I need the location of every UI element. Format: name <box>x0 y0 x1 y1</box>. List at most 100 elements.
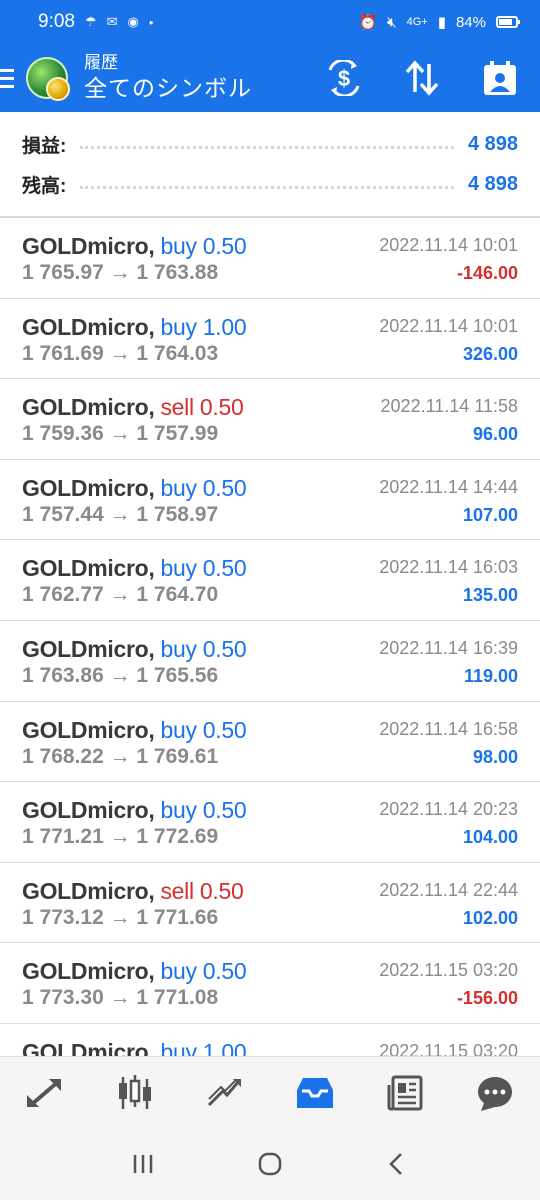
trade-time: 2022.11.14 11:58 <box>380 396 518 417</box>
trade-lot: 0.50 <box>202 958 247 985</box>
page-title[interactable]: 全てのシンボル <box>84 73 252 103</box>
trade-side-label: sell <box>160 394 194 421</box>
trade-title: GOLDmicro, buy 0.50 <box>22 958 247 985</box>
trade-row[interactable]: GOLDmicro, sell 0.50 1 759.36 → 1 757.99 20… <box>0 379 540 460</box>
trade-row[interactable]: GOLDmicro, sell 0.50 1 773.12 → 1 771.66 20… <box>0 863 540 944</box>
mute-icon: 🔇︎ <box>387 13 397 31</box>
status-right: ⏰ 🔇︎ 4G+ ▮ 84% <box>358 13 520 31</box>
trade-profit: -146.00 <box>456 263 518 283</box>
recents-icon[interactable] <box>118 1139 168 1189</box>
trade-prices: 1 757.44 → 1 758.97 <box>22 502 219 526</box>
app-logo <box>26 57 70 101</box>
trade-title: GOLDmicro, sell 0.50 <box>22 877 244 905</box>
trade-symbol: GOLDmicro, <box>22 1038 155 1056</box>
trade-row[interactable]: GOLDmicro, buy 0.50 1 773.30 → 1 771.08 202… <box>0 943 540 1024</box>
signal-icon: ▮ <box>437 14 446 31</box>
balance-label: 残高: <box>22 175 67 197</box>
trade-row[interactable]: GOLDmicro, buy 0.50 1 757.44 → 1 758.97 202… <box>0 460 540 541</box>
trade-title: GOLDmicro, buy 0.50 <box>22 555 247 582</box>
trade-time: 2022.11.15 03:20 <box>379 960 518 981</box>
status-left: 9:08 ☂ ✉ ◉ • <box>38 11 358 33</box>
trade-side: buy 0.50 <box>160 555 246 581</box>
trade-lot: 1.00 <box>202 313 247 340</box>
trade-profit: -156.00 <box>456 988 518 1009</box>
trade-time: 2022.11.14 22:44 <box>379 879 518 900</box>
trade-row[interactable]: GOLDmicro, buy 0.50 1 768.22 → 1 769.61 202… <box>0 702 540 783</box>
trade-profit: 326.00 <box>462 343 518 364</box>
trade-history-list[interactable]: GOLDmicro, buy 0.50 1 765.97 → 1 763.88 202… <box>0 218 540 1056</box>
trade-symbol: GOLDmicro, <box>22 313 155 340</box>
sort-arrows-icon[interactable] <box>400 56 444 100</box>
trade-side-label: buy <box>160 958 197 985</box>
trade-side-label: buy <box>160 313 197 340</box>
trade-prices: 1 763.86 → 1 765.56 <box>22 663 219 687</box>
calendar-person-icon[interactable] <box>478 56 522 100</box>
trade-symbol: GOLDmicro, <box>22 958 155 985</box>
history-icon[interactable] <box>285 1063 345 1123</box>
title-block: 履歴 全てのシンボル <box>84 53 252 103</box>
quotes-icon[interactable] <box>15 1063 75 1123</box>
trade-lot: 0.50 <box>202 635 247 662</box>
battery-percent: 84% <box>455 13 486 31</box>
trade-row[interactable]: GOLDmicro, buy 0.50 1 762.77 → 1 764.70 202… <box>0 540 540 621</box>
trade-time: 2022.11.14 16:39 <box>379 637 518 658</box>
trade-lot: 0.50 <box>202 233 247 259</box>
trade-time: 2022.11.15 03:20 <box>379 1040 518 1056</box>
trade-side: buy 1.00 <box>160 1039 246 1056</box>
battery-icon <box>496 16 520 28</box>
chat-icon[interactable] <box>465 1063 525 1123</box>
status-time: 9:08 <box>38 11 75 32</box>
trade-title: GOLDmicro, buy 0.50 <box>22 636 247 663</box>
trade-symbol: GOLDmicro, <box>22 877 155 904</box>
currency-sort-icon[interactable]: $ <box>322 56 366 100</box>
trade-side-label: buy <box>160 716 197 743</box>
trade-side: sell 0.50 <box>160 878 243 904</box>
trade-row[interactable]: GOLDmicro, buy 0.50 1 765.97 → 1 763.88 202… <box>0 218 540 299</box>
trade-prices: 1 771.21 → 1 772.69 <box>22 825 219 849</box>
mail-icon: ✉ <box>106 14 118 29</box>
trade-side-label: buy <box>160 1038 197 1056</box>
trade-profit: 135.00 <box>462 585 518 606</box>
trade-prices: 1 761.69 → 1 764.03 <box>22 341 219 365</box>
screen: 9:08 ☂ ✉ ◉ • ⏰ 🔇︎ 4G+ ▮ 84% 履歴 全てのシンボル $ <box>0 0 540 1200</box>
trade-lot: 0.50 <box>202 474 247 501</box>
trade-title: GOLDmicro, buy 1.00 <box>22 1038 247 1056</box>
trade-side: buy 0.50 <box>160 636 246 662</box>
page-subtitle: 履歴 <box>84 53 118 72</box>
trade-side: sell 0.50 <box>160 394 243 420</box>
trade-lot: 1.00 <box>202 1038 247 1056</box>
trade-row[interactable]: GOLDmicro, buy 0.50 1 763.86 → 1 765.56 202… <box>0 621 540 702</box>
trade-profit: 96.00 <box>472 424 518 445</box>
trade-side: buy 0.50 <box>160 717 246 743</box>
trade-symbol: GOLDmicro, <box>22 555 155 582</box>
line-icon: ◉ <box>127 14 139 29</box>
trade-row[interactable]: GOLDmicro, buy 1.00 2022.11.15 03:20 <box>0 1024 540 1056</box>
trade-prices: 1 762.77 → 1 764.70 <box>22 583 219 607</box>
trade-lot: 0.50 <box>199 877 244 904</box>
trade-profit: 119.00 <box>463 665 518 686</box>
trade-lot: 0.50 <box>202 797 247 824</box>
trade-icon[interactable] <box>195 1063 255 1123</box>
trade-lot: 0.50 <box>202 555 247 582</box>
trade-profit: 102.00 <box>462 907 518 928</box>
trade-row[interactable]: GOLDmicro, buy 1.00 1 761.69 → 1 764.03 202… <box>0 299 540 380</box>
menu-icon[interactable] <box>0 44 22 112</box>
trade-symbol: GOLDmicro, <box>22 394 155 421</box>
trade-prices: 1 773.30 → 1 771.08 <box>22 986 219 1010</box>
news-icon[interactable] <box>375 1063 435 1123</box>
profit-row: 損益: 4 898 <box>22 127 518 161</box>
dot-icon: • <box>148 14 154 30</box>
home-icon[interactable] <box>245 1139 295 1189</box>
profit-label: 損益: <box>22 135 67 157</box>
trade-time: 2022.11.14 10:01 <box>379 235 518 255</box>
trade-side: buy 1.00 <box>160 314 246 340</box>
chart-icon[interactable] <box>105 1063 165 1123</box>
trade-lot: 0.50 <box>199 394 244 421</box>
bottom-tab-bar <box>0 1056 540 1128</box>
trade-side-label: buy <box>160 474 197 501</box>
trade-side-label: buy <box>160 635 197 662</box>
trade-side-label: buy <box>160 233 197 259</box>
trade-row[interactable]: GOLDmicro, buy 0.50 1 771.21 → 1 772.69 202… <box>0 782 540 863</box>
battery-fill <box>499 19 513 25</box>
back-icon[interactable] <box>372 1139 422 1189</box>
